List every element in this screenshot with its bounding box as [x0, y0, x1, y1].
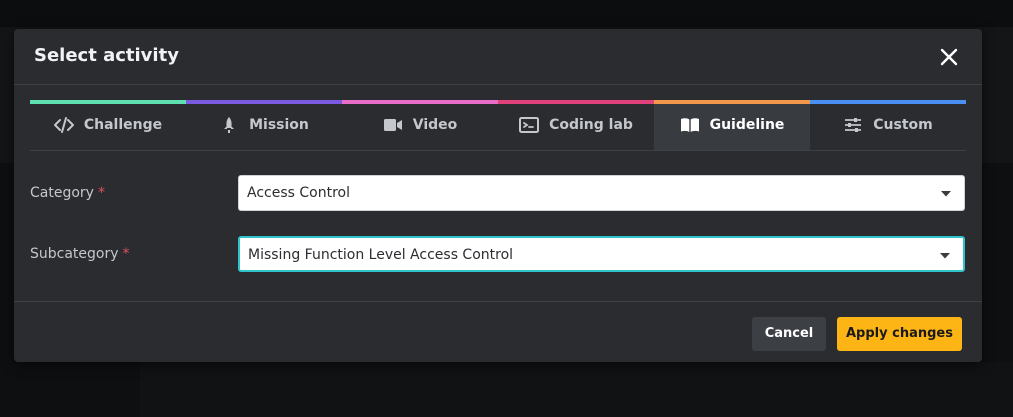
- terminal-window-icon: [519, 117, 540, 133]
- subcategory-row: Subcategory * Missing Function Level Acce…: [30, 236, 966, 274]
- category-label-text: Category: [30, 185, 94, 201]
- page-backdrop-top: [0, 0, 1013, 27]
- tab-color-bar: [186, 100, 342, 104]
- page-backdrop-block: [140, 362, 1013, 417]
- tab-label: Custom: [873, 117, 933, 133]
- category-select-value: Access Control: [247, 185, 350, 201]
- open-book-icon: [680, 118, 699, 132]
- code-icon: [53, 117, 74, 133]
- tab-coding-lab[interactable]: Coding lab: [498, 100, 654, 150]
- tab-label: Challenge: [83, 117, 163, 133]
- close-icon: [940, 48, 958, 66]
- modal-footer: Cancel Apply changes: [14, 301, 982, 363]
- modal-title: Select activity: [34, 45, 179, 66]
- subcategory-select-value: Missing Function Level Access Control: [248, 247, 514, 263]
- tab-custom[interactable]: Custom: [810, 100, 966, 150]
- cancel-button[interactable]: Cancel: [752, 317, 826, 351]
- category-row: Category * Access Control: [30, 175, 966, 213]
- tab-color-bar: [30, 100, 186, 104]
- subcategory-label: Subcategory *: [30, 246, 130, 262]
- tab-label: Mission: [249, 117, 309, 133]
- activity-tabs: Challenge Mission Video Coding lab Guide…: [30, 100, 966, 151]
- subcategory-select[interactable]: Missing Function Level Access Control: [238, 236, 965, 272]
- close-button[interactable]: [938, 46, 960, 68]
- required-mark: *: [97, 185, 105, 201]
- rocket-icon: [224, 117, 235, 133]
- select-activity-modal: Select activity Challenge Mission Video …: [14, 29, 982, 362]
- tab-video[interactable]: Video: [342, 100, 498, 150]
- video-camera-icon: [383, 119, 402, 131]
- tab-color-bar: [654, 100, 810, 104]
- tab-color-bar: [810, 100, 966, 104]
- sliders-icon: [845, 118, 862, 132]
- chevron-down-icon: [940, 253, 950, 259]
- tab-label: Video: [412, 117, 458, 133]
- tab-label: Coding lab: [549, 117, 633, 133]
- modal-header: Select activity: [14, 29, 982, 85]
- tab-color-bar: [498, 100, 654, 104]
- subcategory-label-text: Subcategory: [30, 246, 119, 262]
- category-label: Category *: [30, 185, 105, 201]
- tab-mission[interactable]: Mission: [186, 100, 342, 150]
- category-select[interactable]: Access Control: [238, 175, 965, 211]
- tab-challenge[interactable]: Challenge: [30, 100, 186, 150]
- apply-changes-button[interactable]: Apply changes: [837, 317, 962, 351]
- required-mark: *: [122, 246, 130, 262]
- tab-color-bar: [342, 100, 498, 104]
- chevron-down-icon: [941, 191, 951, 197]
- tab-guideline[interactable]: Guideline: [654, 100, 810, 150]
- tab-label: Guideline: [709, 117, 785, 133]
